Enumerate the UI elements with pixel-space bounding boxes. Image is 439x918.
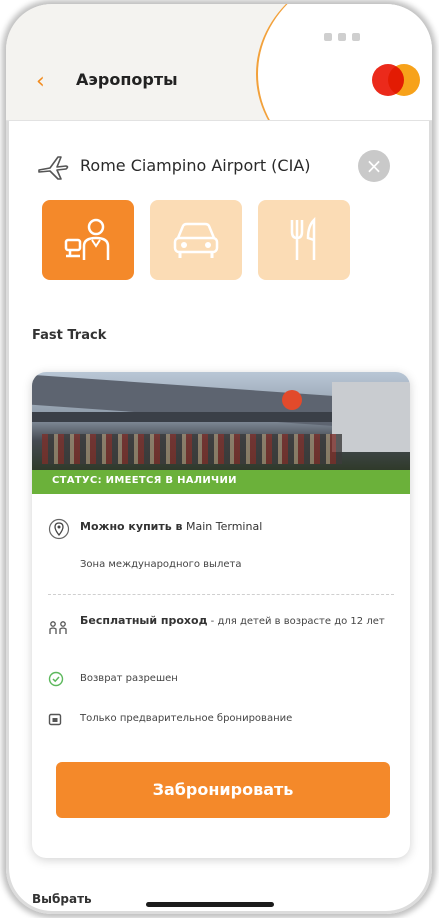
free-pass-row: Бесплатный проход - для детей в возрасте…: [48, 612, 398, 652]
refund-text: Возврат разрешен: [80, 673, 178, 684]
check-circle-icon: [48, 671, 64, 687]
airport-photo: [32, 372, 410, 470]
status-badge: СТАТУС: ИМЕЕТСЯ В НАЛИЧИИ: [32, 470, 410, 494]
fork-knife-icon: [290, 216, 316, 260]
airplane-icon: [38, 156, 69, 180]
book-button[interactable]: Забронировать: [56, 762, 390, 818]
header-decoration: [256, 4, 432, 120]
home-indicator[interactable]: [146, 902, 274, 907]
status-text: СТАТУС: ИМЕЕТСЯ В НАЛИЧИИ: [52, 475, 237, 486]
status-bar-icons: [324, 26, 404, 41]
car-icon: [173, 222, 219, 258]
free-pass-text: - для детей в возрасте до 12 лет: [207, 616, 385, 627]
category-tabs: [42, 200, 372, 280]
section-title: Fast Track: [32, 328, 107, 343]
children-icon: [49, 621, 67, 634]
choose-label: Выбрать: [32, 892, 92, 906]
calendar-icon: [48, 713, 62, 726]
divider: [48, 594, 394, 595]
prebook-text: Только предварительное бронирование: [80, 713, 293, 724]
free-pass-label: Бесплатный проход: [80, 614, 208, 627]
tab-restaurants[interactable]: [258, 200, 350, 280]
app-header: ‹ Аэропорты: [6, 4, 432, 121]
tab-transfer[interactable]: [150, 200, 242, 280]
buy-label: Можно купить в: [80, 520, 183, 533]
zone-text: Зона международного вылета: [80, 559, 242, 570]
buy-location: Main Terminal: [186, 520, 263, 533]
tab-fast-track-service[interactable]: [42, 200, 134, 280]
service-card: СТАТУС: ИМЕЕТСЯ В НАЛИЧИИ Можно купить в…: [32, 372, 410, 858]
chevron-left-icon[interactable]: ‹: [36, 68, 64, 96]
location-pin-icon: [48, 518, 70, 540]
page-title: Аэропорты: [76, 70, 178, 89]
airport-selector[interactable]: Rome Ciampino Airport (CIA) ×: [36, 150, 406, 184]
mastercard-logo: [372, 64, 420, 96]
airport-name: Rome Ciampino Airport (CIA): [80, 156, 311, 175]
buy-location-row: Можно купить в Main Terminal: [48, 518, 398, 542]
phone-frame: ‹ Аэропорты Rome Ciampino Airport (CIA) …: [6, 4, 432, 914]
close-icon[interactable]: ×: [358, 150, 390, 182]
service-staff-icon: [64, 218, 110, 260]
